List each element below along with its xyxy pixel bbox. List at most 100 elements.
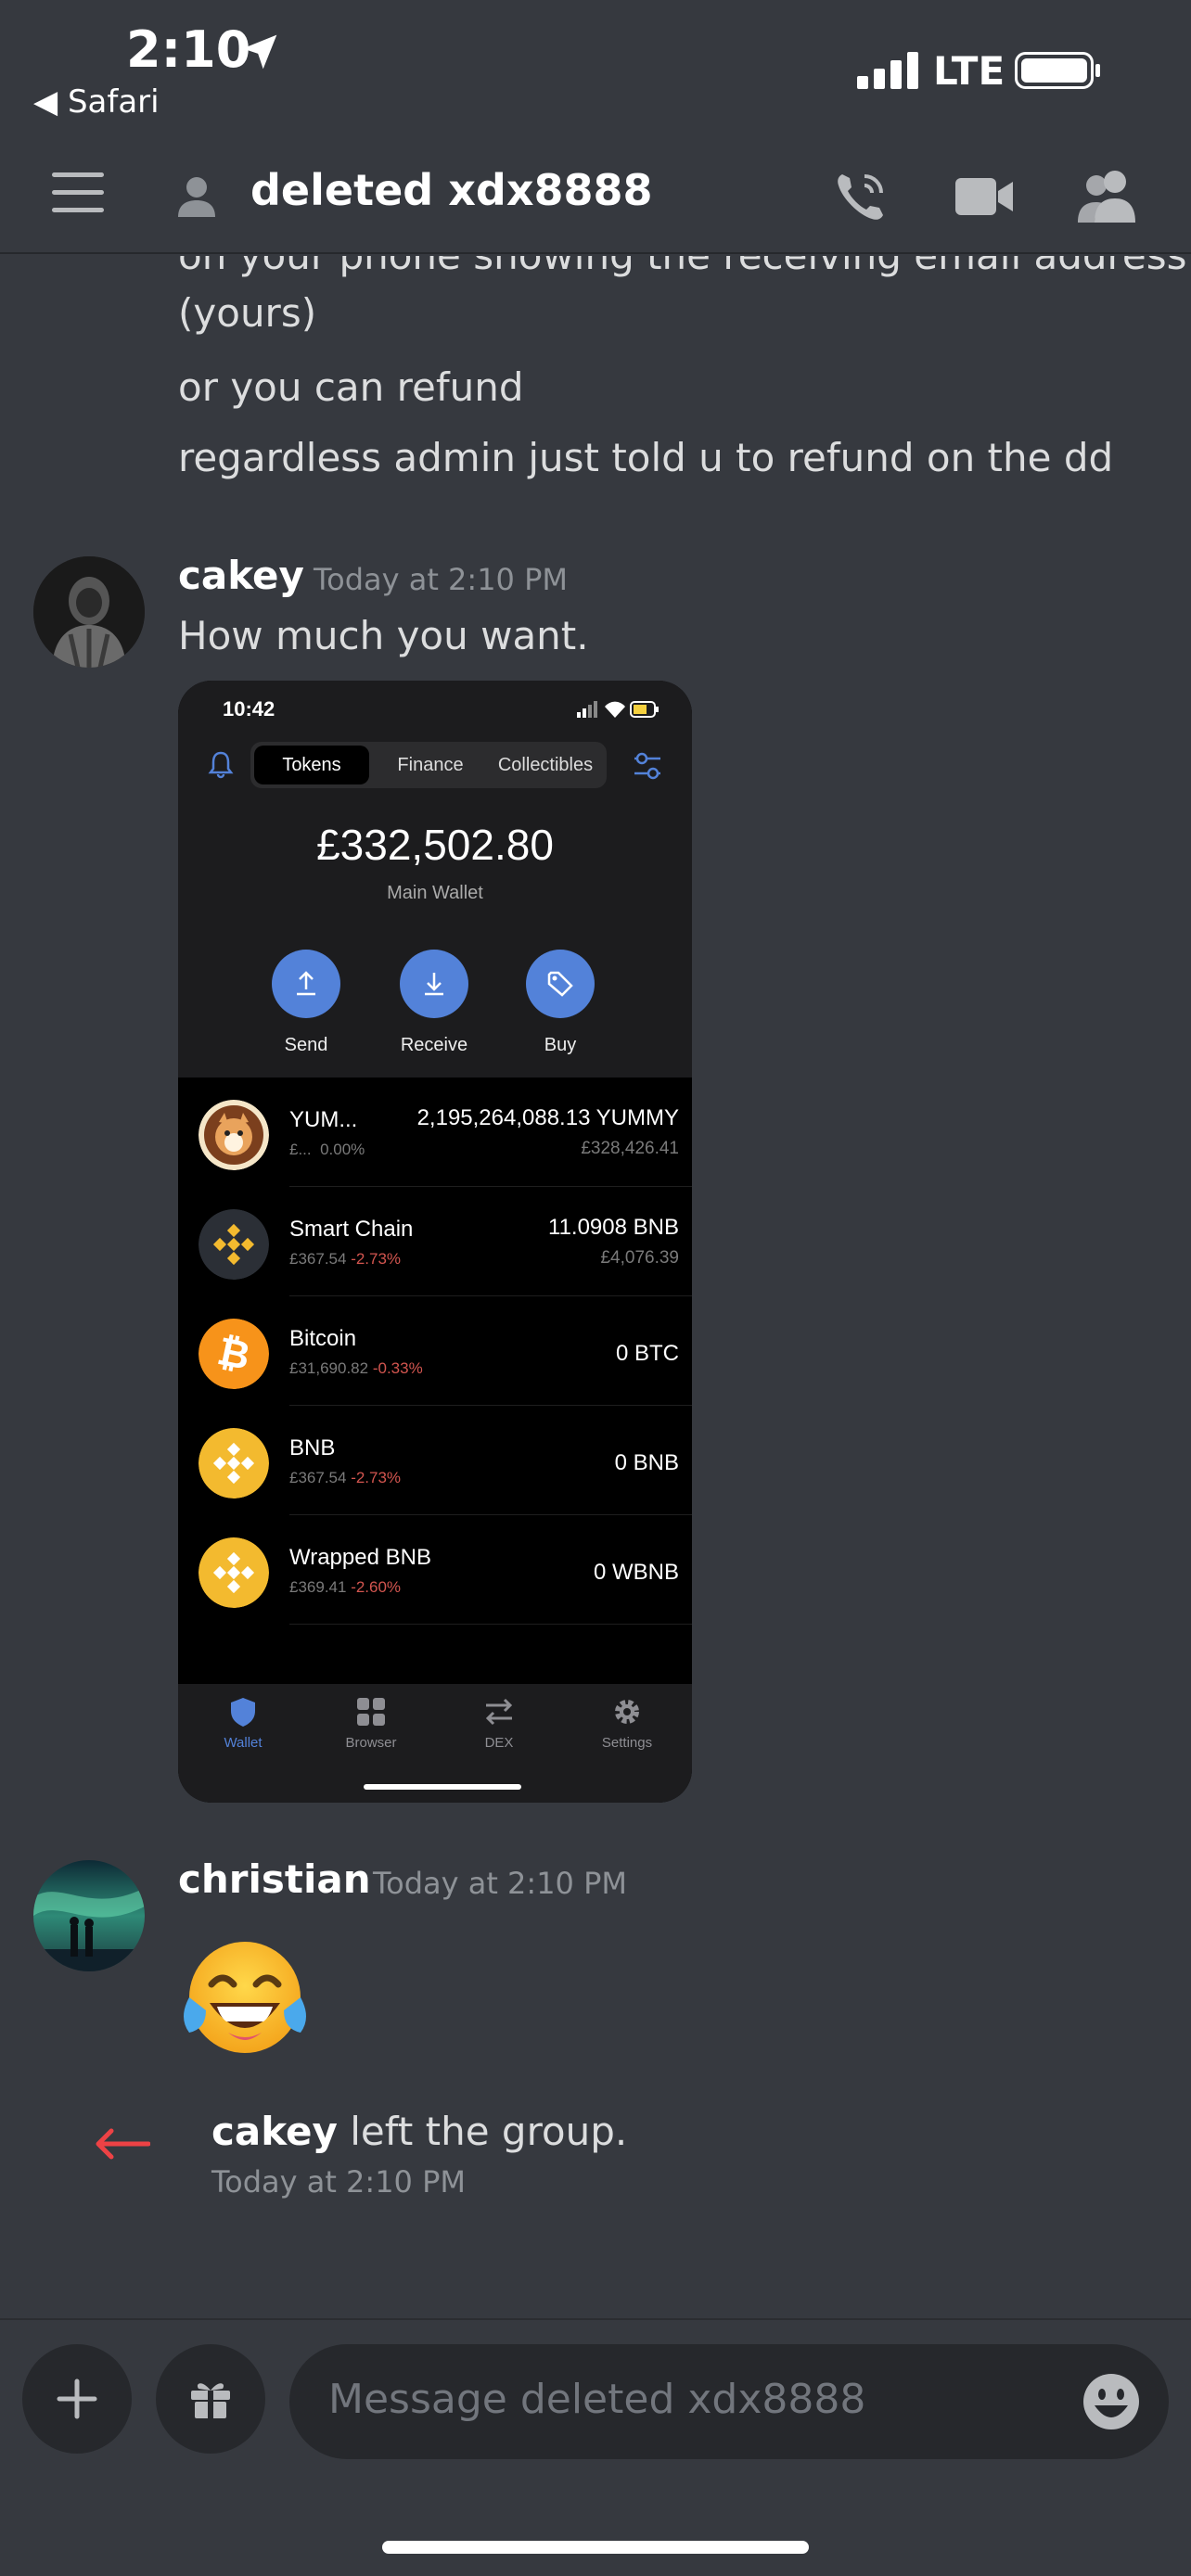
token-amount: 2,195,264,088.13 YUMMY	[416, 1105, 679, 1130]
nav-wallet[interactable]: Wallet	[187, 1695, 299, 1751]
send-label: Send	[284, 1035, 328, 1055]
system-message-action: left the group.	[350, 2109, 628, 2154]
location-arrow-icon	[242, 34, 277, 70]
nav-settings[interactable]: Settings	[571, 1695, 683, 1751]
status-bar: 2:10 ◀ Safari LTE	[0, 0, 1191, 139]
username-cakey[interactable]: cakey	[178, 553, 304, 598]
token-name: BNB	[289, 1435, 336, 1460]
token-amount: 11.0908 BNB	[548, 1215, 679, 1240]
token-name: Bitcoin	[289, 1326, 357, 1351]
network-label: LTE	[933, 48, 1005, 94]
gear-icon	[615, 1700, 639, 1724]
message-timestamp: Today at 2:10 PM	[373, 1866, 627, 1901]
face-with-tears-of-joy-icon	[184, 1942, 306, 2053]
token-price: £369.41 -2.60%	[289, 1578, 402, 1596]
token-price: £... 0.00%	[289, 1141, 365, 1158]
emoji-picker-icon[interactable]	[1082, 2372, 1141, 2431]
system-message-user[interactable]: cakey	[211, 2109, 338, 2154]
receive-label: Receive	[400, 1035, 468, 1055]
gift-button[interactable]	[156, 2344, 265, 2454]
tab-finance[interactable]: Finance	[373, 746, 488, 784]
attachment-time: 10:42	[223, 697, 275, 721]
attachment-status-icons	[577, 701, 659, 718]
message-text: How much you want.	[178, 613, 589, 658]
wallet-header: 10:42 Tokens Finance Collectibles £332,5…	[178, 681, 692, 1078]
message-line: (yours)	[178, 290, 317, 336]
token-row[interactable]: YUM... £... 0.00% 2,195,264,088.13 YUMMY…	[178, 1078, 692, 1187]
token-row[interactable]: ₿ Bitcoin £31,690.82 -0.33% 0 BTC	[178, 1296, 692, 1406]
nav-label: DEX	[484, 1735, 514, 1751]
bell-icon[interactable]	[206, 749, 236, 779]
bnb-chain-icon	[198, 1209, 269, 1280]
nav-label: Wallet	[224, 1735, 263, 1751]
signal-icon	[857, 52, 918, 89]
bnb-icon	[198, 1428, 269, 1498]
username-christian[interactable]: christian	[178, 1856, 371, 1902]
add-attachment-button[interactable]	[22, 2344, 132, 2454]
left-arrow-icon	[96, 2128, 150, 2160]
nav-label: Browser	[345, 1735, 397, 1751]
token-name: Smart Chain	[289, 1217, 414, 1242]
message-list[interactable]: on your phone showing the receiving emai…	[0, 256, 1191, 2316]
message-input[interactable]: Message deleted xdx8888	[289, 2344, 1169, 2459]
message-line: or you can refund	[178, 364, 524, 410]
token-row[interactable]: Smart Chain £367.54 -2.73% 11.0908 BNB £…	[178, 1187, 692, 1296]
system-message-timestamp: Today at 2:10 PM	[211, 2164, 466, 2200]
wallet-balance: £332,502.80	[316, 821, 554, 869]
channel-header: deleted xdx8888	[0, 139, 1191, 254]
avatar-cakey[interactable]	[33, 556, 145, 668]
nav-dex[interactable]: DEX	[443, 1695, 555, 1751]
menu-icon[interactable]	[52, 172, 104, 215]
send-button[interactable]: Send	[250, 950, 362, 1056]
message-line: on your phone showing the receiving emai…	[178, 256, 1187, 284]
token-amount: 0 BTC	[615, 1341, 679, 1366]
members-icon[interactable]	[1076, 167, 1137, 224]
filter-icon[interactable]	[631, 749, 664, 783]
buy-button[interactable]: Buy	[505, 950, 616, 1056]
tab-collectibles[interactable]: Collectibles	[488, 746, 603, 784]
gift-icon	[191, 2383, 230, 2418]
wrapped-bnb-icon	[198, 1537, 269, 1608]
token-amount: 0 BNB	[614, 1450, 679, 1475]
message-input-placeholder: Message deleted xdx8888	[328, 2376, 866, 2423]
grid-icon	[357, 1698, 385, 1726]
plus-icon	[57, 2378, 97, 2419]
system-message: cakey left the group.	[211, 2109, 627, 2154]
image-attachment[interactable]: 10:42 Tokens Finance Collectibles £332,5…	[178, 681, 692, 1803]
home-indicator	[382, 2541, 809, 2554]
receive-button[interactable]: Receive	[378, 950, 490, 1056]
channel-title: deleted xdx8888	[250, 165, 653, 215]
yummy-token-icon	[198, 1100, 269, 1170]
shield-icon	[231, 1698, 255, 1727]
message-line: regardless admin just told u to refund o…	[178, 435, 1114, 480]
token-price: £367.54 -2.73%	[289, 1469, 402, 1486]
message-composer: Message deleted xdx8888	[0, 2318, 1191, 2576]
buy-label: Buy	[544, 1035, 577, 1055]
token-row[interactable]: Wrapped BNB £369.41 -2.60% 0 WBNB	[178, 1515, 692, 1625]
token-value: £328,426.41	[581, 1139, 679, 1158]
download-icon	[425, 973, 443, 996]
status-time: 2:10	[126, 20, 251, 79]
avatar-christian[interactable]	[33, 1860, 145, 1971]
token-row[interactable]: BNB £367.54 -2.73% 0 BNB	[178, 1406, 692, 1515]
battery-icon	[1015, 52, 1100, 89]
wallet-label: Main Wallet	[387, 883, 483, 903]
nav-label: Settings	[601, 1735, 653, 1751]
token-name: YUM...	[289, 1107, 358, 1132]
home-indicator	[364, 1784, 521, 1790]
token-price: £31,690.82 -0.33%	[289, 1359, 423, 1377]
token-amount: 0 WBNB	[593, 1560, 679, 1585]
token-value: £4,076.39	[600, 1248, 679, 1268]
back-to-safari[interactable]: ◀ Safari	[33, 83, 160, 121]
upload-icon	[297, 971, 315, 996]
message-timestamp: Today at 2:10 PM	[314, 562, 568, 597]
wallet-tabs: Tokens Finance Collectibles	[250, 742, 607, 788]
nav-browser[interactable]: Browser	[315, 1695, 427, 1751]
token-name: Wrapped BNB	[289, 1545, 431, 1570]
video-call-icon[interactable]	[954, 171, 1015, 223]
swap-icon	[485, 1698, 513, 1726]
tag-icon	[547, 971, 573, 997]
tab-tokens[interactable]: Tokens	[254, 746, 369, 784]
user-icon	[178, 177, 215, 217]
call-icon[interactable]	[831, 167, 890, 226]
